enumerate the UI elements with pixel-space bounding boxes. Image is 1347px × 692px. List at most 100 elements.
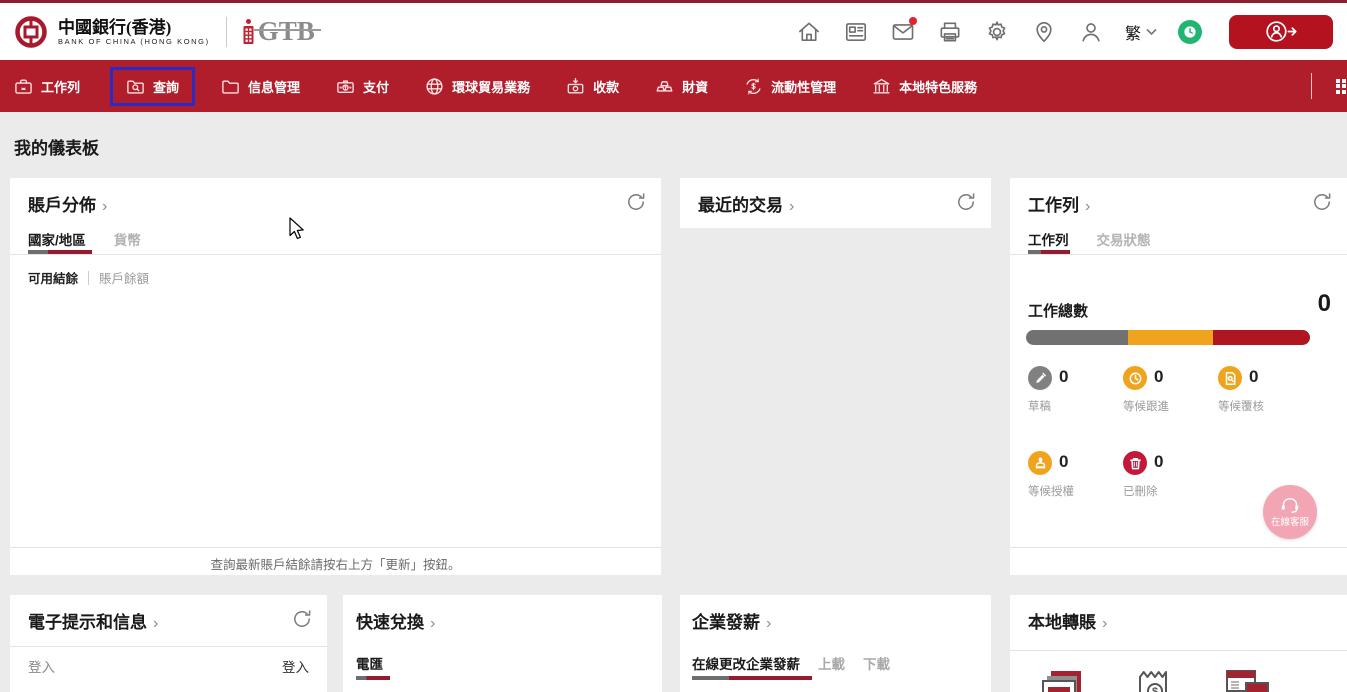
- recent-transactions-title[interactable]: 最近的交易›: [698, 191, 794, 216]
- nav-item-info-management[interactable]: 信息管理: [221, 77, 300, 96]
- payroll-title[interactable]: 企業發薪›: [692, 608, 771, 633]
- nav-item-worklist[interactable]: 工作列: [14, 77, 80, 96]
- task-total-label: 工作總數: [1028, 300, 1088, 321]
- online-service-button[interactable]: 在線客服: [1263, 485, 1317, 539]
- bank-icon: [872, 77, 891, 96]
- ealerts-title[interactable]: 電子提示和信息›: [28, 608, 158, 633]
- toggle-account-balance[interactable]: 賬戶餘額: [99, 268, 149, 287]
- recent-transactions-card: 最近的交易›: [680, 178, 991, 228]
- svg-text:$: $: [1152, 686, 1158, 692]
- tasklist-title[interactable]: 工作列›: [1028, 191, 1090, 216]
- ealerts-card: 電子提示和信息› 登入 登入: [10, 595, 327, 692]
- location-pin-icon[interactable]: [1031, 19, 1057, 45]
- nav-item-treasury[interactable]: 財資: [655, 77, 708, 96]
- account-distribution-title[interactable]: 賬戶分佈›: [28, 191, 107, 216]
- tab-country-region[interactable]: 國家/地區: [28, 229, 86, 249]
- language-label: 繁: [1125, 20, 1141, 44]
- session-timer-avatar[interactable]: [1178, 20, 1202, 44]
- gtb-seal-icon: [243, 19, 254, 44]
- account-distribution-card: 賬戶分佈› 國家/地區 貨幣 可用結餘 賬戶餘額 查詢最新賬戶結餘請按右上方「更…: [10, 178, 661, 575]
- globe-icon: [425, 77, 444, 96]
- active-tab-underline: [356, 676, 390, 680]
- dashboard-panel-icon[interactable]: [843, 19, 869, 45]
- home-icon[interactable]: [796, 19, 822, 45]
- language-selector[interactable]: 繁: [1125, 20, 1157, 44]
- mail-notification-dot: [909, 17, 917, 25]
- gtb-logo: GTB: [243, 19, 315, 44]
- logout-button[interactable]: [1229, 15, 1333, 49]
- refresh-icon[interactable]: [955, 191, 977, 213]
- documents-stack-icon[interactable]: [1038, 663, 1088, 692]
- nav-item-receivables[interactable]: 收款: [566, 77, 619, 96]
- gold-bars-icon: [655, 77, 674, 96]
- nav-item-liquidity[interactable]: 流動性管理: [744, 77, 836, 96]
- stamp-icon: [1028, 451, 1052, 475]
- local-transfer-card: 本地轉賬› $: [1010, 595, 1347, 692]
- folder-search-icon: [126, 77, 145, 96]
- clock-icon: [1123, 366, 1147, 390]
- tasklist-tabs: 工作列 交易狀態: [1028, 229, 1151, 249]
- gtb-logo-text: GTB: [258, 19, 315, 44]
- forms-overlap-icon[interactable]: [1222, 663, 1272, 692]
- quick-fx-title[interactable]: 快速兌換›: [356, 608, 435, 633]
- chevron-right-icon: ›: [1085, 198, 1090, 215]
- trash-icon: [1123, 451, 1147, 475]
- toggle-available-balance[interactable]: 可用結餘: [28, 268, 78, 287]
- dollar-cycle-icon: [744, 77, 763, 96]
- counter-deleted[interactable]: 0 已刪除: [1123, 451, 1147, 475]
- settings-gear-icon[interactable]: [984, 19, 1010, 45]
- tab-online-payroll-change[interactable]: 在線更改企業發薪: [692, 653, 800, 673]
- printer-icon[interactable]: [937, 19, 963, 45]
- footer-divider: [10, 547, 661, 548]
- local-transfer-title[interactable]: 本地轉賬›: [1028, 608, 1107, 633]
- nav-item-enquiry[interactable]: 查詢: [110, 67, 195, 106]
- task-total-value: 0: [1318, 290, 1331, 318]
- card-divider: [1010, 650, 1347, 651]
- logout-icon: [1264, 19, 1298, 44]
- chevron-right-icon: ›: [102, 198, 107, 215]
- tab-transaction-status[interactable]: 交易狀態: [1097, 229, 1151, 249]
- mail-icon[interactable]: [890, 19, 916, 45]
- profile-person-icon[interactable]: [1078, 19, 1104, 45]
- boc-logo: [14, 15, 48, 49]
- wallet-icon: [336, 77, 355, 96]
- apps-grid-icon[interactable]: [1336, 79, 1347, 94]
- local-transfer-shortcuts: $: [1038, 663, 1272, 692]
- refresh-icon[interactable]: [1311, 191, 1333, 213]
- tab-telegraphic-transfer[interactable]: 電匯: [356, 653, 383, 673]
- segment-draft: [1026, 330, 1128, 345]
- counter-pending-authorization[interactable]: 0 等候授權: [1028, 451, 1052, 475]
- pencil-icon: [1028, 366, 1052, 390]
- nav-item-local-services[interactable]: 本地特色服務: [872, 77, 977, 96]
- chevron-right-icon: ›: [153, 615, 158, 632]
- segment-deleted: [1213, 330, 1310, 345]
- account-distribution-tabs: 國家/地區 貨幣: [28, 229, 141, 249]
- login-link[interactable]: 登入: [282, 656, 309, 676]
- chevron-right-icon: ›: [1102, 615, 1107, 632]
- quick-fx-tabs: 電匯: [356, 653, 383, 673]
- tab-download[interactable]: 下載: [863, 653, 890, 673]
- gtb-strike-line: [254, 29, 321, 31]
- tab-tasklist[interactable]: 工作列: [1028, 229, 1069, 249]
- main-nav: 工作列 查詢 信息管理 支付 環球貿易業務 收款 財資 流動性管理: [0, 60, 1347, 112]
- nav-item-global-trade[interactable]: 環球貿易業務: [425, 77, 530, 96]
- tab-currency[interactable]: 貨幣: [114, 229, 141, 249]
- review-doc-icon: [1218, 366, 1242, 390]
- balance-type-toggle: 可用結餘 賬戶餘額: [28, 268, 149, 287]
- tab-upload[interactable]: 上載: [818, 653, 845, 673]
- active-tab-underline: [692, 676, 812, 680]
- receipt-icon[interactable]: $: [1130, 663, 1180, 692]
- gtb-dashboard: 中國銀行(香港) BANK OF CHINA (HONG KONG) GTB: [0, 0, 1347, 692]
- nav-item-payments[interactable]: 支付: [336, 77, 389, 96]
- nav-right: [1311, 73, 1347, 99]
- refresh-icon[interactable]: [291, 608, 313, 630]
- counter-pending-review[interactable]: 0 等候覆核: [1218, 366, 1242, 390]
- counter-draft[interactable]: 0 草稿: [1028, 366, 1052, 390]
- counter-pending-followup[interactable]: 0 等候跟進: [1123, 366, 1147, 390]
- chevron-down-icon: [1146, 28, 1157, 36]
- refresh-icon[interactable]: [625, 191, 647, 213]
- receive-money-icon: [566, 77, 585, 96]
- nav-divider: [1311, 73, 1312, 99]
- toggle-separator: [88, 271, 89, 285]
- bank-name-en: BANK OF CHINA (HONG KONG): [58, 37, 210, 46]
